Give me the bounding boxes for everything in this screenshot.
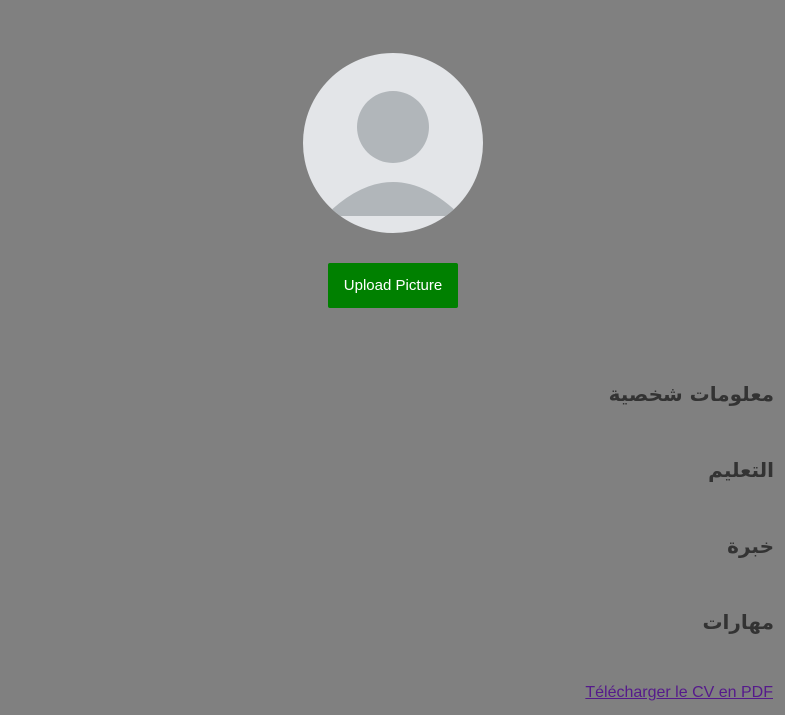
section-heading-skills[interactable]: مهارات xyxy=(374,600,774,676)
default-user-silhouette-icon xyxy=(325,91,461,216)
section-heading-personal-info[interactable]: معلومات شخصية xyxy=(374,372,774,448)
section-heading-experience[interactable]: خبرة xyxy=(374,524,774,600)
cv-page: Upload Picture معلومات شخصية التعليم خبر… xyxy=(0,0,785,715)
profile-picture xyxy=(303,53,483,233)
upload-picture-button[interactable]: Upload Picture xyxy=(328,263,458,308)
cv-sections: معلومات شخصية التعليم خبرة مهارات xyxy=(374,372,774,676)
download-pdf-link[interactable]: Télécharger le CV en PDF xyxy=(585,684,773,702)
section-heading-education[interactable]: التعليم xyxy=(374,448,774,524)
